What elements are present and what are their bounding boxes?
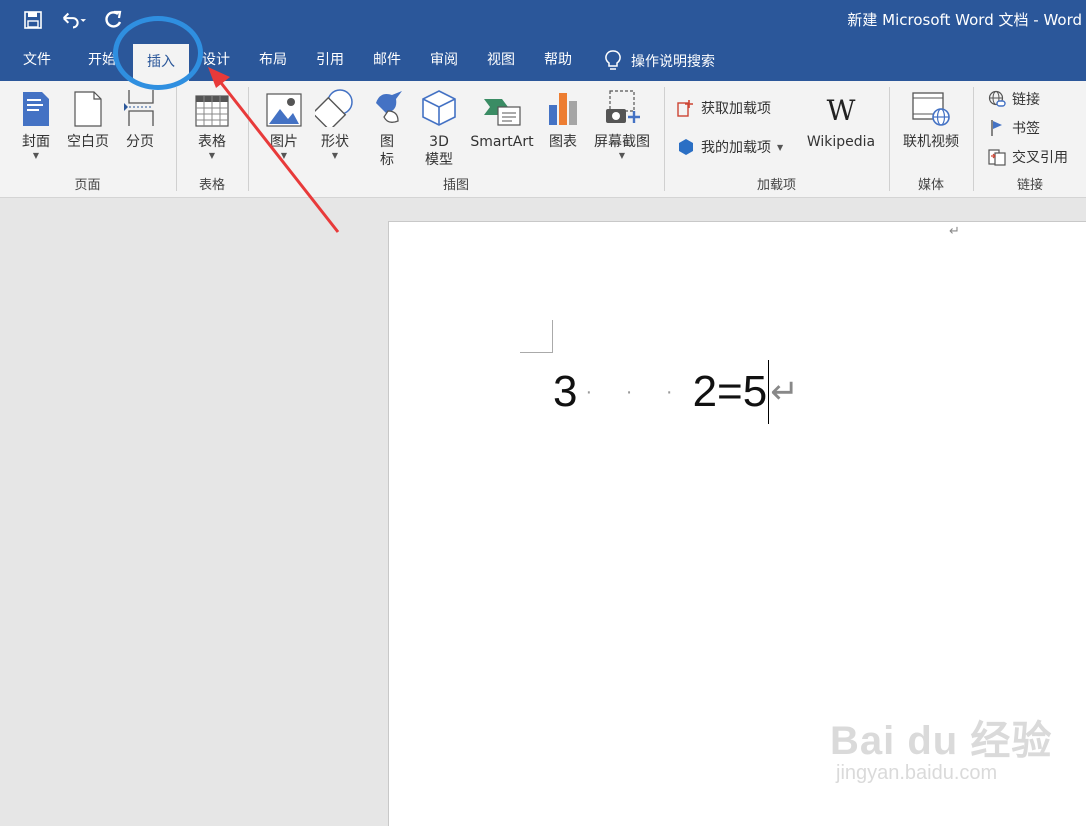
chevron-down-icon: ▼ (32, 151, 40, 160)
tab-view[interactable]: 视图 (483, 40, 519, 81)
quick-access-toolbar (20, 8, 126, 32)
undo-icon[interactable] (60, 8, 86, 32)
3d-models-label: 3D 模型 (417, 133, 461, 169)
page-break-icon (120, 85, 160, 127)
bookmark-flag-icon (991, 120, 1002, 136)
equation-right: 2=5 (692, 367, 768, 416)
smartart-icon (467, 85, 537, 127)
tab-review[interactable]: 审阅 (426, 40, 462, 81)
save-icon[interactable] (20, 8, 46, 32)
group-media: 联机视频 媒体 (890, 81, 972, 198)
wikipedia-icon: W (826, 94, 856, 127)
3d-models-label-line1: 3D (429, 134, 449, 150)
page-break-button[interactable]: 分页 (120, 85, 160, 151)
cover-page-button[interactable]: 封面 ▼ (14, 85, 58, 161)
group-pages: 封面 ▼ 空白页 分页 页面 (0, 81, 175, 198)
equation-left: 3 (553, 367, 578, 416)
text-cursor (768, 360, 770, 424)
store-icon (677, 100, 693, 117)
page-break-label: 分页 (126, 134, 154, 150)
smartart-label: SmartArt (470, 134, 534, 150)
my-addins-label: 我的加载项 (701, 140, 771, 156)
icons-button[interactable]: 图标 (365, 85, 409, 169)
wikipedia-button[interactable]: W Wikipedia (803, 85, 879, 151)
tab-file[interactable]: 文件 (19, 40, 55, 81)
bookmark-label: 书签 (1012, 121, 1040, 137)
tell-me-search[interactable]: 操作说明搜索 (605, 40, 715, 81)
redo-icon[interactable] (100, 8, 126, 32)
lightbulb-icon (605, 49, 621, 70)
group-pages-label: 页面 (74, 178, 101, 193)
my-addins-button[interactable]: 我的加载项 ▼ (677, 137, 783, 157)
get-addins-label: 获取加载项 (701, 101, 771, 117)
margin-corner-mark (520, 320, 553, 353)
link-label: 链接 (1012, 92, 1040, 108)
bar-chart-icon (543, 85, 583, 127)
smartart-button[interactable]: SmartArt (467, 85, 537, 151)
wikipedia-label: Wikipedia (806, 134, 876, 150)
get-addins-button[interactable]: 获取加载项 (677, 98, 771, 118)
blank-page-button[interactable]: 空白页 (62, 85, 114, 151)
cover-page-label: 封面 (22, 134, 50, 150)
baidu-watermark: Bai du 经验 jingyan.baidu.com (830, 708, 1052, 785)
cross-reference-label: 交叉引用 (1012, 150, 1068, 166)
3d-models-label-line2: 模型 (425, 152, 453, 168)
online-video-icon (898, 85, 964, 127)
icons-label-line1: 图 (380, 134, 394, 150)
addin-cube-icon (679, 139, 693, 155)
window-title: 新建 Microsoft Word 文档 - Word (847, 11, 1082, 29)
ribbon-insert: 封面 ▼ 空白页 分页 页面 表格 ▼ 表格 图片 ▼ 形状 ▼ 图 标 3D … (0, 81, 1086, 198)
chart-button[interactable]: 图表 (543, 85, 583, 151)
chevron-down-icon: ▼ (777, 142, 784, 152)
group-media-label: 媒体 (917, 178, 944, 193)
cover-page-icon (14, 85, 58, 127)
cross-reference-icon (988, 149, 1006, 166)
group-addins-label: 加载项 (756, 178, 796, 193)
3d-models-button[interactable]: 3D 模型 (417, 85, 461, 169)
cube-icon (417, 85, 461, 127)
paragraph-return-mark: ↵ (770, 373, 799, 411)
link-button[interactable]: 链接 (988, 89, 1040, 109)
tell-me-label: 操作说明搜索 (631, 53, 715, 70)
screenshot-button[interactable]: 屏幕截图 ▼ (589, 85, 655, 161)
group-links-label: 链接 (1016, 178, 1043, 193)
cross-reference-button[interactable]: 交叉引用 (988, 147, 1068, 167)
chevron-down-icon: ▼ (618, 151, 626, 160)
tab-mailings[interactable]: 邮件 (369, 40, 405, 81)
screenshot-icon (589, 85, 655, 127)
link-icon (988, 90, 1006, 107)
equation-text[interactable]: 3 · · · 2=5 ↵ (553, 360, 799, 424)
blank-page-icon (62, 85, 114, 127)
icons-label-line2: 标 (380, 152, 394, 168)
group-addins: 获取加载项 我的加载项 ▼ W Wikipedia 加载项 (665, 81, 888, 198)
bookmark-button[interactable]: 书签 (988, 118, 1040, 138)
paragraph-mark: ↵ (949, 224, 960, 239)
blank-page-label: 空白页 (67, 134, 109, 150)
chart-label: 图表 (549, 134, 577, 150)
tab-help[interactable]: 帮助 (540, 40, 576, 81)
online-video-button[interactable]: 联机视频 (898, 85, 964, 151)
icons-label: 图标 (365, 133, 409, 169)
annotation-arrow (208, 67, 340, 233)
online-video-label: 联机视频 (903, 134, 959, 150)
screenshot-label: 屏幕截图 (594, 134, 650, 150)
group-links: 链接 书签 交叉引用 链接 (974, 81, 1086, 198)
icons-icon (365, 85, 409, 127)
equation-space-dots: · · · (585, 380, 687, 403)
watermark-logo: Bai du 经验 (830, 719, 1053, 763)
